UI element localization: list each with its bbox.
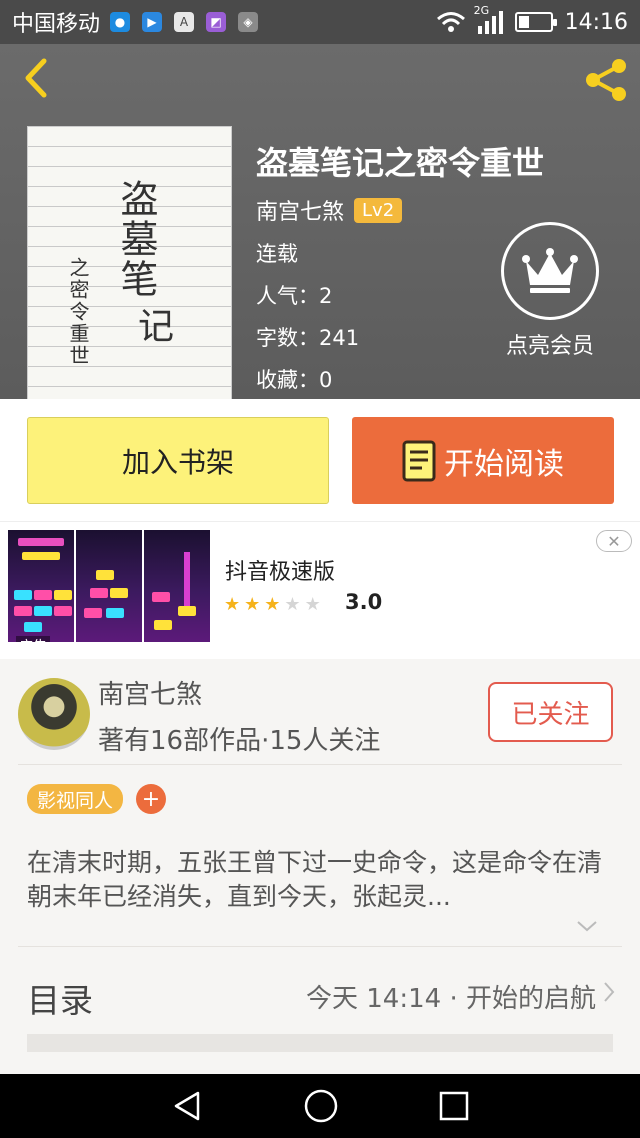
carrier-name: 中国移动 xyxy=(12,12,101,37)
vip-button[interactable]: 点亮会员 xyxy=(500,222,600,360)
book-icon xyxy=(402,440,436,481)
system-nav-bar xyxy=(0,1074,640,1138)
table-of-contents-row[interactable]: 目录 今天 14:14 · 开始的启航 xyxy=(0,950,640,1030)
back-icon xyxy=(25,58,47,98)
ad-tag: 广告 xyxy=(16,636,50,642)
synopsis[interactable]: 在清末时期，五张王曾下过一史命令，这是命令在清朝末年已经消失，直到今天，张起灵.… xyxy=(27,846,612,914)
nav-recent-icon[interactable] xyxy=(438,1090,470,1122)
add-to-shelf-button[interactable]: 加入书架 xyxy=(27,417,329,504)
avatar[interactable] xyxy=(18,678,90,750)
author-card: 南宫七煞 著有16部作品·15人关注 已关注 影视同人 + 在清末时期，五张王曾… xyxy=(0,660,640,1074)
cover-handwriting: 盗墓笔 xyxy=(114,179,158,299)
author-level-badge: Lv2 xyxy=(354,197,403,223)
star-filled-icon: ★ xyxy=(244,594,261,615)
network-type: 2G xyxy=(473,4,490,17)
divider xyxy=(18,764,622,765)
chevron-right-icon xyxy=(604,982,615,1002)
status-bar: 中国移动 ● ▶ A ◩ ◈ 2G 14:16 xyxy=(0,0,640,44)
book-cover[interactable]: 盗墓笔 记 之密令重世 xyxy=(27,126,232,399)
share-icon xyxy=(586,59,626,101)
ad-thumbnail: 广告 xyxy=(8,530,74,642)
ad-banner[interactable]: 广告 抖音极速版 ★★★★★ 3.0 ✕ xyxy=(0,521,640,659)
star-empty-icon: ★ xyxy=(304,594,321,615)
author-stats: 著有16部作品·15人关注 xyxy=(98,726,381,756)
card-author-name[interactable]: 南宫七煞 xyxy=(98,674,202,711)
book-title: 盗墓笔记之密令重世 xyxy=(256,144,545,182)
wifi-icon xyxy=(436,12,465,32)
share-button[interactable] xyxy=(582,56,630,104)
font-app-icon: A xyxy=(174,12,195,32)
gallery-icon: ◩ xyxy=(206,12,227,32)
latest-chapter: 今天 14:14 · 开始的启航 xyxy=(306,984,596,1014)
video-icon: ▶ xyxy=(142,12,163,32)
section-strip xyxy=(27,1034,613,1052)
back-button[interactable] xyxy=(16,56,56,100)
word-count-stat: 字数：241 xyxy=(256,326,360,350)
crown-icon xyxy=(522,248,578,293)
ad-close-button[interactable]: ✕ xyxy=(596,530,632,552)
ad-app-name: 抖音极速版 xyxy=(225,560,336,585)
book-header: 盗墓笔 记 之密令重世 盗墓笔记之密令重世 南宫七煞 Lv2 连载 人气：2 字… xyxy=(0,44,640,399)
clock: 14:16 xyxy=(564,9,628,35)
genre-tag[interactable]: 影视同人 xyxy=(27,784,124,814)
message-icon: ● xyxy=(110,12,131,32)
ad-rating: 3.0 xyxy=(345,590,383,614)
add-tag-button[interactable]: + xyxy=(136,784,166,814)
vip-label: 点亮会员 xyxy=(505,334,594,359)
signal-icon: 2G xyxy=(474,4,503,34)
book-author[interactable]: 南宫七煞 xyxy=(256,194,344,226)
toc-label: 目录 xyxy=(27,981,93,1020)
ad-rating-stars: ★ ★ ★ ★ ★ xyxy=(224,594,321,615)
star-empty-icon: ★ xyxy=(284,594,301,615)
book-status: 连载 xyxy=(256,242,298,266)
follow-button[interactable]: 已关注 xyxy=(488,682,613,742)
battery-icon xyxy=(514,12,557,32)
star-filled-icon: ★ xyxy=(224,594,241,615)
action-bar: 加入书架 开始阅读 xyxy=(0,399,640,521)
shield-icon: ◈ xyxy=(238,12,259,32)
expand-synopsis-button[interactable] xyxy=(576,918,598,937)
star-filled-icon: ★ xyxy=(264,594,281,615)
nav-home-icon[interactable] xyxy=(303,1088,339,1124)
popularity-stat: 人气：2 xyxy=(256,284,333,308)
favorites-stat: 收藏：0 xyxy=(256,368,333,392)
start-reading-button[interactable]: 开始阅读 xyxy=(352,417,614,504)
chevron-down-icon xyxy=(577,921,597,932)
close-icon: ✕ xyxy=(607,531,621,551)
nav-back-icon[interactable] xyxy=(170,1089,204,1123)
